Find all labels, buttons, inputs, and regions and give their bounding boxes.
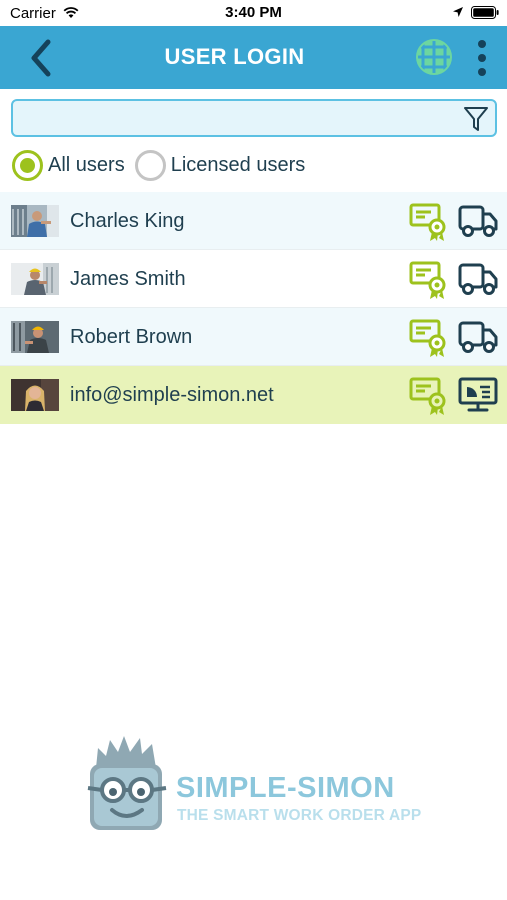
page-title: USER LOGIN [164, 44, 305, 69]
location-icon [453, 7, 463, 17]
truck-icon[interactable] [458, 203, 498, 239]
list-item[interactable]: James Smith [0, 250, 507, 308]
radio-all-users[interactable]: All users [12, 149, 125, 181]
list-item[interactable]: Charles King [0, 192, 507, 250]
search-input[interactable] [21, 105, 461, 131]
user-list: Charles King James Smith Robert Brown in… [0, 192, 507, 424]
battery-icon [471, 6, 499, 19]
user-filter: All users Licensed users [12, 148, 315, 182]
user-name: Robert Brown [70, 326, 193, 348]
avatar [11, 263, 59, 295]
license-certificate-icon[interactable] [409, 318, 449, 358]
status-bar: Carrier 3:40 PM [0, 0, 507, 26]
user-name: Charles King [70, 210, 185, 232]
mascot-icon [87, 736, 167, 830]
radio-label: Licensed users [170, 153, 306, 176]
license-certificate-icon[interactable] [409, 202, 449, 242]
avatar [11, 205, 59, 237]
license-certificate-icon[interactable] [409, 260, 449, 300]
globe-icon[interactable] [415, 38, 453, 76]
monitor-icon[interactable] [458, 377, 498, 413]
more-vertical-icon[interactable] [470, 36, 494, 80]
nav-bar: USER LOGIN [0, 26, 507, 89]
radio-licensed-users[interactable]: Licensed users [134, 149, 306, 181]
brand-tagline: THE SMART WORK ORDER APP [177, 807, 422, 824]
filter-icon[interactable] [463, 105, 489, 133]
avatar [11, 379, 59, 411]
status-time: 3:40 PM [225, 4, 282, 21]
user-name: info@simple-simon.net [70, 384, 274, 406]
brand-logo: SIMPLE-SIMON THE SMART WORK ORDER APP [86, 734, 426, 834]
truck-icon[interactable] [458, 261, 498, 297]
radio-button-selected[interactable] [12, 149, 43, 181]
list-item[interactable]: info@simple-simon.net [0, 366, 507, 424]
list-item[interactable]: Robert Brown [0, 308, 507, 366]
search-box [11, 99, 497, 137]
user-name: James Smith [70, 268, 186, 290]
brand-name: SIMPLE-SIMON [176, 772, 395, 804]
license-certificate-icon[interactable] [409, 376, 449, 416]
radio-button[interactable] [134, 149, 166, 181]
truck-icon[interactable] [458, 319, 498, 355]
radio-label: All users [48, 153, 125, 176]
avatar [11, 321, 59, 353]
